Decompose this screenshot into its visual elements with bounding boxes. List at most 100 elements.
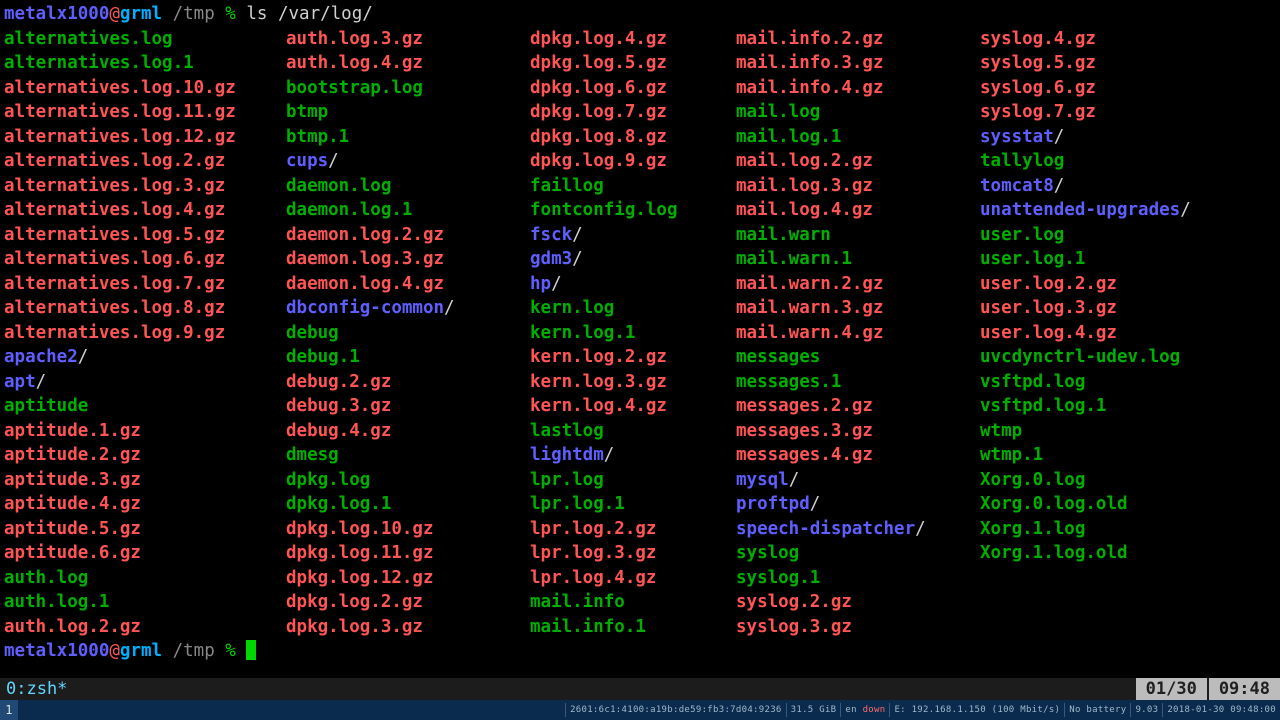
file-entry: auth.log.2.gz — [4, 615, 286, 640]
file-entry: alternatives.log.9.gz — [4, 321, 286, 346]
file-entry: alternatives.log — [4, 27, 286, 52]
file-entry: mail.info.1 — [530, 615, 736, 640]
file-entry: kern.log.2.gz — [530, 345, 736, 370]
status-ipv6: 2601:6c1:4100:a19b:de59:fb3:7d04:9236 — [565, 703, 786, 717]
file-entry: mail.log.4.gz — [736, 198, 980, 223]
file-entry: syslog.5.gz — [980, 51, 1276, 76]
terminal-window[interactable]: metalx1000@grml /tmp % ls /var/log/ alte… — [0, 0, 1280, 720]
tmux-status-time: 09:48 — [1207, 678, 1280, 700]
file-entry: messages — [736, 345, 980, 370]
file-entry: hp/ — [530, 272, 736, 297]
file-entry: mail.warn.2.gz — [736, 272, 980, 297]
file-entry: debug.4.gz — [286, 419, 530, 444]
file-entry: alternatives.log.6.gz — [4, 247, 286, 272]
file-entry: wtmp.1 — [980, 443, 1276, 468]
file-entry: speech-dispatcher/ — [736, 517, 980, 542]
file-entry: uvcdynctrl-udev.log — [980, 345, 1276, 370]
i3-statusbar: 1 2601:6c1:4100:a19b:de59:fb3:7d04:9236 … — [0, 700, 1280, 720]
file-entry: aptitude.5.gz — [4, 517, 286, 542]
file-entry: wtmp — [980, 419, 1276, 444]
file-entry: daemon.log.2.gz — [286, 223, 530, 248]
status-eth-state: en down — [840, 703, 889, 717]
file-entry: apache2/ — [4, 345, 286, 370]
file-entry: alternatives.log.11.gz — [4, 100, 286, 125]
file-entry: dpkg.log.6.gz — [530, 76, 736, 101]
file-entry: dpkg.log.12.gz — [286, 566, 530, 591]
file-entry: syslog.6.gz — [980, 76, 1276, 101]
file-entry: lightdm/ — [530, 443, 736, 468]
file-entry: vsftpd.log — [980, 370, 1276, 395]
prompt-pct: % — [225, 4, 246, 24]
file-entry: dpkg.log.9.gz — [530, 149, 736, 174]
file-entry: mail.info — [530, 590, 736, 615]
file-entry: dpkg.log.2.gz — [286, 590, 530, 615]
file-entry: dpkg.log.10.gz — [286, 517, 530, 542]
file-entry: debug — [286, 321, 530, 346]
file-entry: unattended-upgrades/ — [980, 198, 1276, 223]
file-entry: syslog.4.gz — [980, 27, 1276, 52]
file-entry: Xorg.0.log — [980, 468, 1276, 493]
prompt-pct: % — [225, 641, 246, 661]
file-entry: mysql/ — [736, 468, 980, 493]
prompt-at: @ — [109, 4, 120, 24]
tmux-status-date: 01/30 — [1134, 678, 1207, 700]
file-entry: syslog.3.gz — [736, 615, 980, 640]
file-entry: syslog.2.gz — [736, 590, 980, 615]
workspace-indicator[interactable]: 1 — [0, 700, 18, 720]
file-entry: sysstat/ — [980, 125, 1276, 150]
ls-column: alternatives.logalternatives.log.1altern… — [4, 27, 286, 640]
file-entry: messages.1 — [736, 370, 980, 395]
ls-output: alternatives.logalternatives.log.1altern… — [4, 27, 1276, 640]
file-entry: aptitude.4.gz — [4, 492, 286, 517]
file-entry: tomcat8/ — [980, 174, 1276, 199]
file-entry: kern.log.4.gz — [530, 394, 736, 419]
file-entry: alternatives.log.1 — [4, 51, 286, 76]
file-entry: kern.log.3.gz — [530, 370, 736, 395]
file-entry: mail.warn.1 — [736, 247, 980, 272]
file-entry: alternatives.log.10.gz — [4, 76, 286, 101]
prompt-line-2: metalx1000@grml /tmp % — [4, 639, 1276, 664]
file-entry: daemon.log.3.gz — [286, 247, 530, 272]
file-entry: proftpd/ — [736, 492, 980, 517]
file-entry: lpr.log.2.gz — [530, 517, 736, 542]
file-entry: syslog.7.gz — [980, 100, 1276, 125]
file-entry: auth.log.1 — [4, 590, 286, 615]
file-entry: user.log.4.gz — [980, 321, 1276, 346]
file-entry: user.log.3.gz — [980, 296, 1276, 321]
file-entry: dpkg.log — [286, 468, 530, 493]
prompt-host: grml — [120, 641, 162, 661]
ls-column: mail.info.2.gzmail.info.3.gzmail.info.4.… — [736, 27, 980, 640]
prompt-cwd: /tmp — [162, 641, 225, 661]
file-entry: aptitude.6.gz — [4, 541, 286, 566]
file-entry: alternatives.log.4.gz — [4, 198, 286, 223]
prompt-at: @ — [109, 641, 120, 661]
file-entry: mail.info.4.gz — [736, 76, 980, 101]
file-entry: debug.2.gz — [286, 370, 530, 395]
file-entry: lastlog — [530, 419, 736, 444]
cursor-icon — [246, 640, 256, 660]
file-entry: aptitude.3.gz — [4, 468, 286, 493]
file-entry: alternatives.log.5.gz — [4, 223, 286, 248]
file-entry: dpkg.log.3.gz — [286, 615, 530, 640]
file-entry: mail.log — [736, 100, 980, 125]
file-entry: dpkg.log.8.gz — [530, 125, 736, 150]
file-entry: alternatives.log.12.gz — [4, 125, 286, 150]
file-entry: fsck/ — [530, 223, 736, 248]
file-entry: tallylog — [980, 149, 1276, 174]
file-entry: apt/ — [4, 370, 286, 395]
prompt-command: ls /var/log/ — [246, 4, 372, 24]
file-entry: auth.log.3.gz — [286, 27, 530, 52]
file-entry: messages.2.gz — [736, 394, 980, 419]
file-entry: syslog — [736, 541, 980, 566]
file-entry: aptitude.1.gz — [4, 419, 286, 444]
file-entry: kern.log.1 — [530, 321, 736, 346]
file-entry: lpr.log.3.gz — [530, 541, 736, 566]
terminal-content[interactable]: metalx1000@grml /tmp % ls /var/log/ alte… — [0, 0, 1280, 664]
file-entry: daemon.log.1 — [286, 198, 530, 223]
ls-column: dpkg.log.4.gzdpkg.log.5.gzdpkg.log.6.gzd… — [530, 27, 736, 640]
file-entry: dpkg.log.11.gz — [286, 541, 530, 566]
file-entry: Xorg.0.log.old — [980, 492, 1276, 517]
file-entry: auth.log.4.gz — [286, 51, 530, 76]
file-entry: dbconfig-common/ — [286, 296, 530, 321]
file-entry: messages.3.gz — [736, 419, 980, 444]
